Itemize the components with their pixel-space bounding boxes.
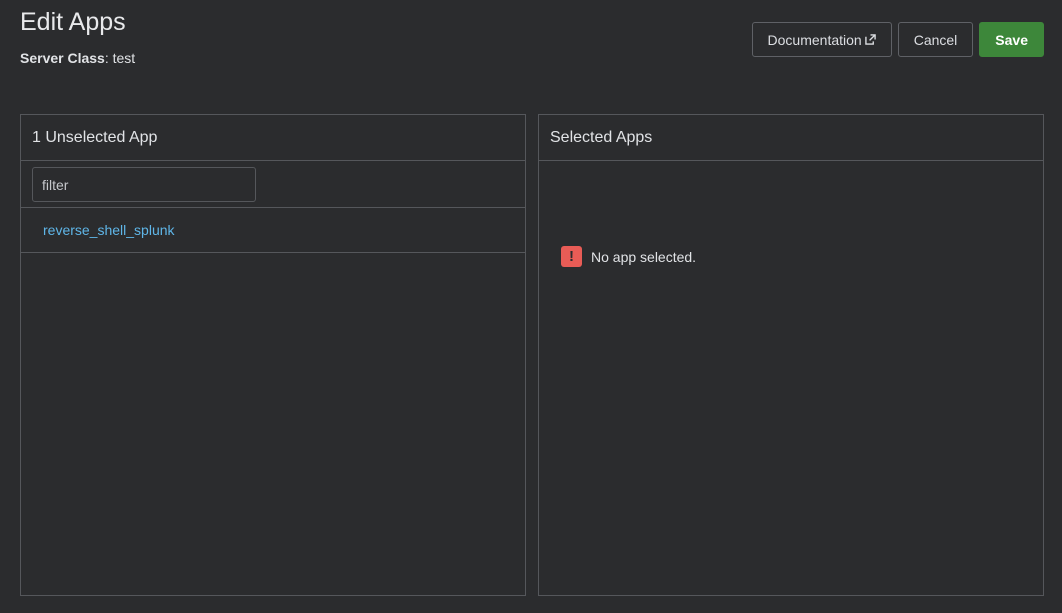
list-item[interactable]: reverse_shell_splunk bbox=[21, 208, 525, 253]
external-link-icon bbox=[864, 34, 876, 45]
server-class-info: Server Class: test bbox=[20, 50, 136, 66]
unselected-apps-panel: 1 Unselected App reverse_shell_splunk bbox=[20, 114, 526, 596]
save-button[interactable]: Save bbox=[979, 22, 1044, 57]
exclamation-icon: ! bbox=[561, 246, 582, 267]
filter-row bbox=[21, 161, 525, 208]
filter-input[interactable] bbox=[32, 167, 256, 202]
unselected-app-list: reverse_shell_splunk bbox=[21, 208, 525, 253]
empty-state: ! No app selected. bbox=[561, 246, 696, 267]
empty-message: No app selected. bbox=[591, 248, 697, 265]
selected-apps-panel: Selected Apps ! No app selected. bbox=[538, 114, 1044, 596]
page-title: Edit Apps bbox=[20, 8, 126, 36]
server-class-label: Server Class bbox=[20, 50, 105, 66]
server-class-value: test bbox=[112, 50, 136, 66]
documentation-button[interactable]: Documentation bbox=[751, 22, 892, 57]
unselected-apps-title: 1 Unselected App bbox=[21, 115, 525, 161]
action-bar: Documentation Cancel Save bbox=[751, 22, 1044, 57]
selected-apps-title: Selected Apps bbox=[539, 115, 1043, 161]
documentation-label: Documentation bbox=[767, 31, 862, 48]
cancel-button[interactable]: Cancel bbox=[897, 22, 974, 57]
